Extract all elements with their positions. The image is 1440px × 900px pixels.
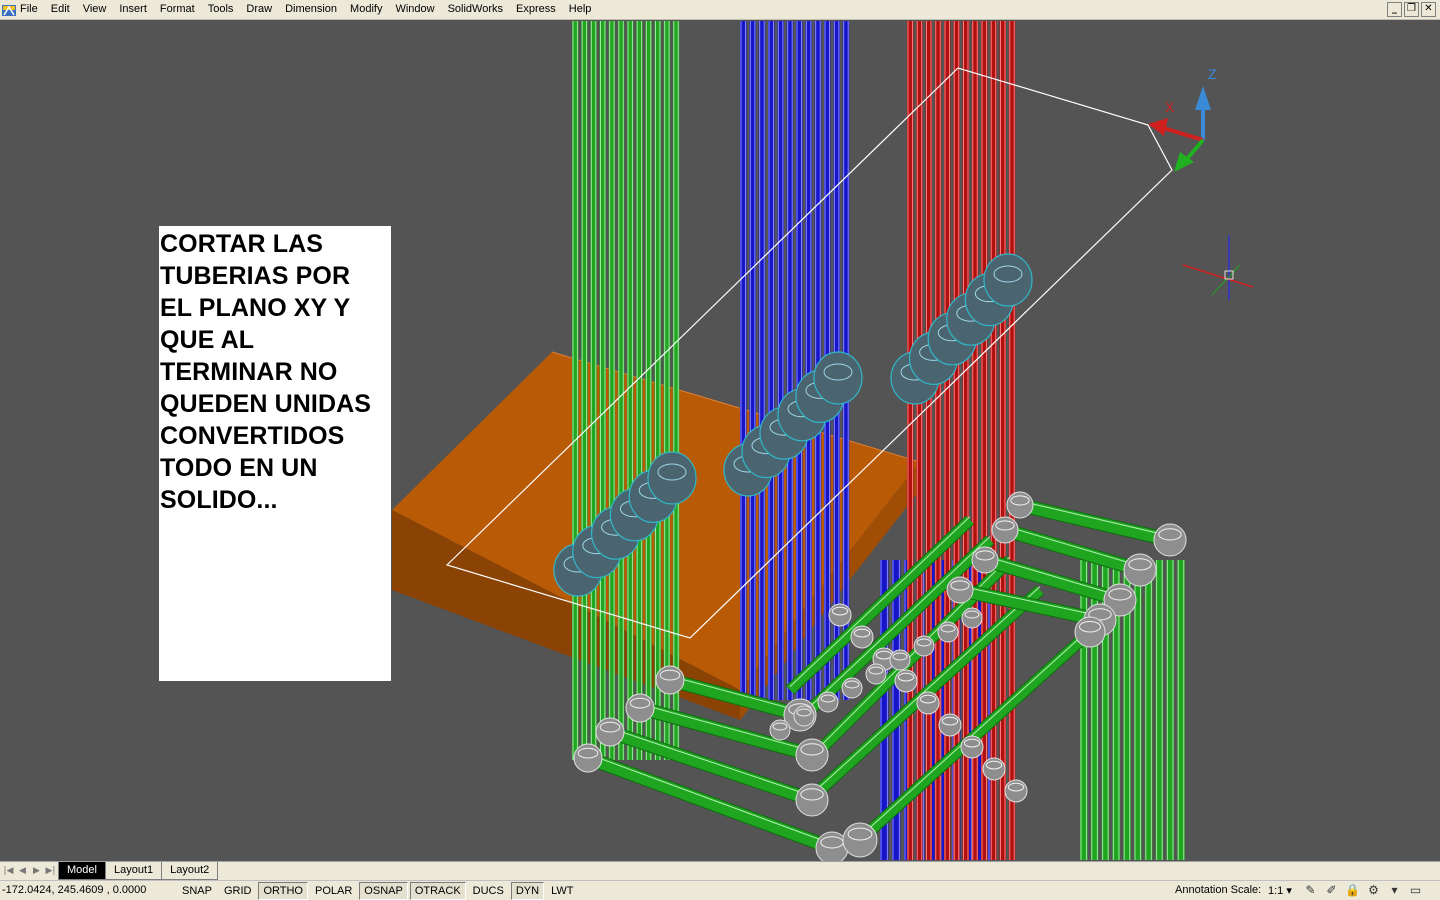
ducs-toggle[interactable]: DUCS [468, 882, 509, 900]
clean-screen-icon[interactable]: ▭ [1408, 883, 1423, 898]
status-tray: ✎ ✐ 🔒 ⚙ ▾ ▭ [1303, 883, 1423, 898]
note-line: EL PLANO XY Y [160, 294, 351, 322]
note-line: QUE AL [160, 326, 255, 354]
menu-bar: File Edit View Insert Format Tools Draw Dimensi… [0, 0, 1440, 20]
branch-pipe-highlight [1019, 500, 1171, 537]
tab-model[interactable]: Model [58, 862, 106, 880]
ucs-icon: X Z [1148, 66, 1217, 172]
drafting-toggles: SNAP GRID ORTHO POLAR OSNAP OTRACK DUCS DYN LWT [177, 882, 580, 900]
dyn-toggle[interactable]: DYN [510, 882, 545, 900]
menu-help[interactable]: Help [568, 0, 598, 20]
menu-window[interactable]: Window [394, 0, 440, 20]
status-bar: -172.0424, 245.4609 , 0.0000 SNAP GRID ORT… [0, 880, 1440, 900]
note-line: TUBERIAS POR [160, 262, 351, 290]
valve-fitting [813, 351, 863, 405]
otrack-toggle[interactable]: OTRACK [409, 882, 466, 900]
menu-solidworks[interactable]: SolidWorks [447, 0, 509, 20]
valve-fitting [983, 253, 1033, 307]
ortho-toggle[interactable]: ORTHO [258, 882, 308, 900]
menu-draw[interactable]: Draw [245, 0, 278, 20]
tab-layout1[interactable]: Layout1 [104, 862, 163, 880]
lwt-toggle[interactable]: LWT [546, 882, 578, 900]
coordinate-readout[interactable]: -172.0424, 245.4609 , 0.0000 [2, 884, 146, 896]
note-line: TERMINAR NO [160, 358, 338, 386]
layout-tab-bar: |◀ ◀ ▶ ▶| Model Layout1 Layout2 [0, 861, 1440, 880]
auto-scale-icon[interactable]: ✐ [1324, 883, 1339, 898]
note-line: QUEDEN UNIDAS [160, 390, 372, 418]
menu-dimension[interactable]: Dimension [284, 0, 343, 20]
branch-pipe [1003, 524, 1142, 576]
note-line: SOLIDO... [160, 486, 278, 514]
next-tab-icon[interactable]: ▶ [30, 865, 43, 877]
note-line: CORTAR LAS [160, 230, 324, 258]
tab-navigation: |◀ ◀ ▶ ▶| [2, 865, 57, 877]
menu-list: File Edit View Insert Format Tools Draw Dimensi… [19, 0, 603, 20]
menu-tools[interactable]: Tools [207, 0, 240, 20]
tab-layout2[interactable]: Layout2 [161, 862, 219, 880]
first-tab-icon[interactable]: |◀ [2, 865, 15, 877]
grid-toggle[interactable]: GRID [219, 882, 257, 900]
restore-icon[interactable]: ❐ [1404, 2, 1419, 17]
window-controls: _ ❐ ✕ [1387, 2, 1436, 17]
tray-settings-icon[interactable]: ⚙ [1366, 883, 1381, 898]
prev-tab-icon[interactable]: ◀ [16, 865, 29, 877]
annotation-visibility-icon[interactable]: ✎ [1303, 883, 1318, 898]
close-icon[interactable]: ✕ [1421, 2, 1436, 17]
annotation-scale-label: Annotation Scale: [1175, 884, 1262, 896]
menu-view[interactable]: View [82, 0, 113, 20]
minimize-icon[interactable]: _ [1387, 2, 1402, 17]
annotation-scale-select[interactable]: 1:1 ▾ [1268, 884, 1292, 897]
snap-toggle[interactable]: SNAP [177, 882, 217, 900]
note-line: CONVERTIDOS [160, 422, 345, 450]
note-line: TODO EN UN [160, 454, 318, 482]
valve-fitting [647, 451, 697, 505]
polar-toggle[interactable]: POLAR [310, 882, 357, 900]
layout-tabs: Model Layout1 Layout2 [58, 862, 219, 881]
menu-format[interactable]: Format [159, 0, 201, 20]
autocad-app-icon[interactable] [2, 3, 16, 17]
ucs-z-label: Z [1208, 66, 1217, 82]
menu-edit[interactable]: Edit [50, 0, 76, 20]
drawing-viewport[interactable]: X Z CORTAR LAS TUBERIAS POR EL PLANO XY Y Q… [0, 21, 1440, 861]
menu-modify[interactable]: Modify [349, 0, 388, 20]
menu-express[interactable]: Express [515, 0, 562, 20]
menu-file[interactable]: File [19, 0, 44, 20]
ucs-x-label: X [1165, 99, 1175, 115]
osnap-toggle[interactable]: OSNAP [359, 882, 408, 900]
menu-insert[interactable]: Insert [118, 0, 153, 20]
annotation-note[interactable]: CORTAR LAS TUBERIAS POR EL PLANO XY Y QUE A… [159, 226, 391, 681]
crosshair-cursor [1182, 235, 1254, 300]
menu-arrow-icon[interactable]: ▾ [1387, 883, 1402, 898]
lock-icon[interactable]: 🔒 [1345, 883, 1360, 898]
last-tab-icon[interactable]: ▶| [44, 865, 57, 877]
